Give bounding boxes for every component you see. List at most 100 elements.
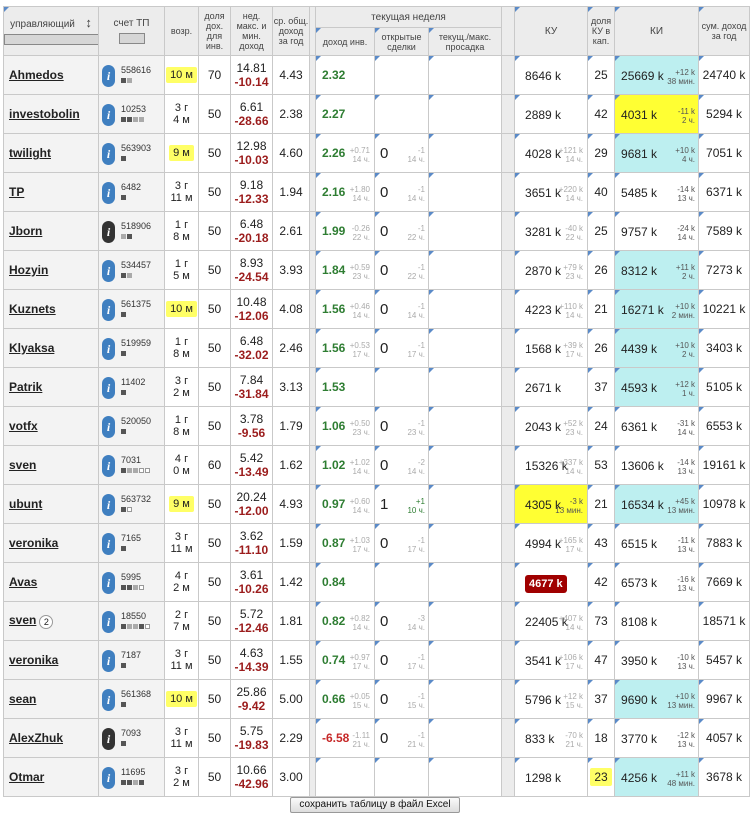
col-header-ki[interactable]: КИ (614, 6, 700, 56)
col-header-ku-share[interactable]: доля КУ в кап. (587, 6, 616, 56)
manager-link[interactable]: veronika (9, 536, 58, 550)
col-header-week-maxmin[interactable]: нед. макс. и мин. доход (230, 6, 273, 56)
manager-link[interactable]: Patrik (9, 380, 42, 394)
manager-link[interactable]: sven (9, 458, 36, 472)
income-delta: +0.97 (349, 653, 370, 662)
info-icon[interactable]: i (102, 689, 115, 711)
account-cell: i 6482 (98, 172, 165, 212)
manager-link[interactable]: Avas (9, 575, 37, 589)
ki-delta: +10 k (675, 146, 696, 155)
header-account-label: счет ТП (113, 18, 150, 29)
manager-link[interactable]: votfx (9, 419, 38, 433)
ku-share-cell: 37 (587, 679, 616, 719)
open-deals-delta: -1 (417, 419, 425, 428)
manager-cell[interactable]: Klyaksa (3, 328, 99, 368)
manager-link[interactable]: Hozyin (9, 263, 48, 277)
account-filter-input[interactable] (118, 33, 145, 44)
manager-cell[interactable]: sven 2 (3, 601, 99, 641)
save-excel-button[interactable]: сохранить таблицу в файл Excel (290, 797, 460, 813)
manager-cell[interactable]: AlexZhuk (3, 718, 99, 758)
drawdown-cell (427, 445, 503, 485)
manager-cell[interactable]: Ahmedos (3, 55, 99, 95)
info-icon[interactable]: i (102, 221, 115, 243)
manager-cell[interactable]: sean (3, 679, 99, 719)
col-header-income[interactable]: доход инв. (315, 27, 375, 56)
manager-cell[interactable]: Otmar (3, 757, 99, 797)
avg-value: 4.43 (279, 68, 303, 82)
manager-cell[interactable]: twilight (3, 133, 99, 173)
week-maxmin-cell: 5.75 -19.83 (230, 718, 273, 758)
info-icon[interactable]: i (102, 65, 115, 87)
col-header-age[interactable]: возр. (164, 6, 199, 56)
info-icon[interactable]: i (102, 494, 115, 516)
manager-cell[interactable]: Kuznets (3, 289, 99, 329)
manager-link[interactable]: twilight (9, 146, 51, 160)
manager-cell[interactable]: ubunt (3, 484, 99, 524)
manager-cell[interactable]: TP (3, 172, 99, 212)
sort-arrows-icon[interactable]: ↕ (85, 15, 92, 30)
col-header-sum[interactable]: сум. доход за год (698, 6, 751, 56)
ki-delta-time: 14 ч. (677, 233, 696, 242)
week-maxmin-cell: 6.48 -20.18 (230, 211, 273, 251)
manager-cell[interactable]: veronika (3, 640, 99, 680)
ki-value: 9757 k (621, 225, 658, 239)
manager-link[interactable]: Kuznets (9, 302, 56, 316)
info-icon[interactable]: i (102, 533, 115, 555)
manager-cell[interactable]: votfx (3, 406, 99, 446)
info-icon[interactable]: i (102, 611, 115, 633)
manager-link[interactable]: investobolin (9, 107, 80, 121)
header-drawdown-label: текущ./макс. просадка (438, 31, 492, 52)
drawdown-cell (427, 562, 503, 602)
col-header-share[interactable]: доля дох. для инв. (198, 6, 231, 56)
info-icon[interactable]: i (102, 416, 115, 438)
info-icon[interactable]: i (102, 104, 115, 126)
ki-delta: -14 k (677, 458, 696, 467)
manager-link[interactable]: TP (9, 185, 24, 199)
manager-cell[interactable]: investobolin (3, 94, 99, 134)
info-icon[interactable]: i (102, 572, 115, 594)
week-maxmin-cell: 9.18 -12.33 (230, 172, 273, 212)
col-header-drawdown[interactable]: текущ./макс. просадка (427, 27, 503, 56)
manager-cell[interactable]: Jborn (3, 211, 99, 251)
manager-link[interactable]: Jborn (9, 224, 42, 238)
info-icon[interactable]: i (102, 338, 115, 360)
manager-link[interactable]: sven (9, 613, 36, 627)
share-cell: 50 (198, 289, 231, 329)
manager-link[interactable]: Otmar (9, 770, 44, 784)
col-header-avg[interactable]: ср. общ. доход за год (272, 6, 310, 56)
open-deals-value: 0 (380, 183, 389, 201)
col-header-account[interactable]: счет ТП (98, 6, 165, 56)
ku-delta: +79 k (563, 263, 584, 272)
manager-cell[interactable]: veronika (3, 523, 99, 563)
manager-cell[interactable]: Hozyin (3, 250, 99, 290)
info-icon[interactable]: i (102, 377, 115, 399)
manager-filter-input[interactable] (4, 33, 98, 45)
info-icon[interactable]: i (102, 182, 115, 204)
manager-link[interactable]: veronika (9, 653, 58, 667)
rating-squares-icon (121, 546, 126, 551)
info-icon[interactable]: i (102, 260, 115, 282)
manager-cell[interactable]: sven (3, 445, 99, 485)
col-header-ku[interactable]: КУ (514, 6, 589, 56)
open-deals-delta: -1 (417, 263, 425, 272)
info-icon[interactable]: i (102, 143, 115, 165)
manager-cell[interactable]: Patrik (3, 367, 99, 407)
info-icon[interactable]: i (102, 728, 115, 750)
info-icon[interactable]: i (102, 767, 115, 789)
manager-link[interactable]: sean (9, 692, 36, 706)
ku-cell: 3651 k +220 k 14 ч. (514, 172, 589, 212)
account-number: 561375 (121, 299, 152, 309)
manager-link[interactable]: ubunt (9, 497, 42, 511)
manager-link[interactable]: Ahmedos (9, 68, 64, 82)
col-header-open-deals[interactable]: открытые сделки (374, 27, 429, 56)
ku-delta-time: 14 ч. (565, 155, 584, 164)
manager-link[interactable]: AlexZhuk (9, 731, 63, 745)
manager-cell[interactable]: Avas (3, 562, 99, 602)
info-icon[interactable]: i (102, 299, 115, 321)
account-cell: i 7031 (98, 445, 165, 485)
info-icon[interactable]: i (102, 650, 115, 672)
ku-share-cell: 25 (587, 55, 616, 95)
info-icon[interactable]: i (102, 455, 115, 477)
manager-link[interactable]: Klyaksa (9, 341, 54, 355)
col-header-manager[interactable]: управляющий ↕ (3, 6, 99, 56)
